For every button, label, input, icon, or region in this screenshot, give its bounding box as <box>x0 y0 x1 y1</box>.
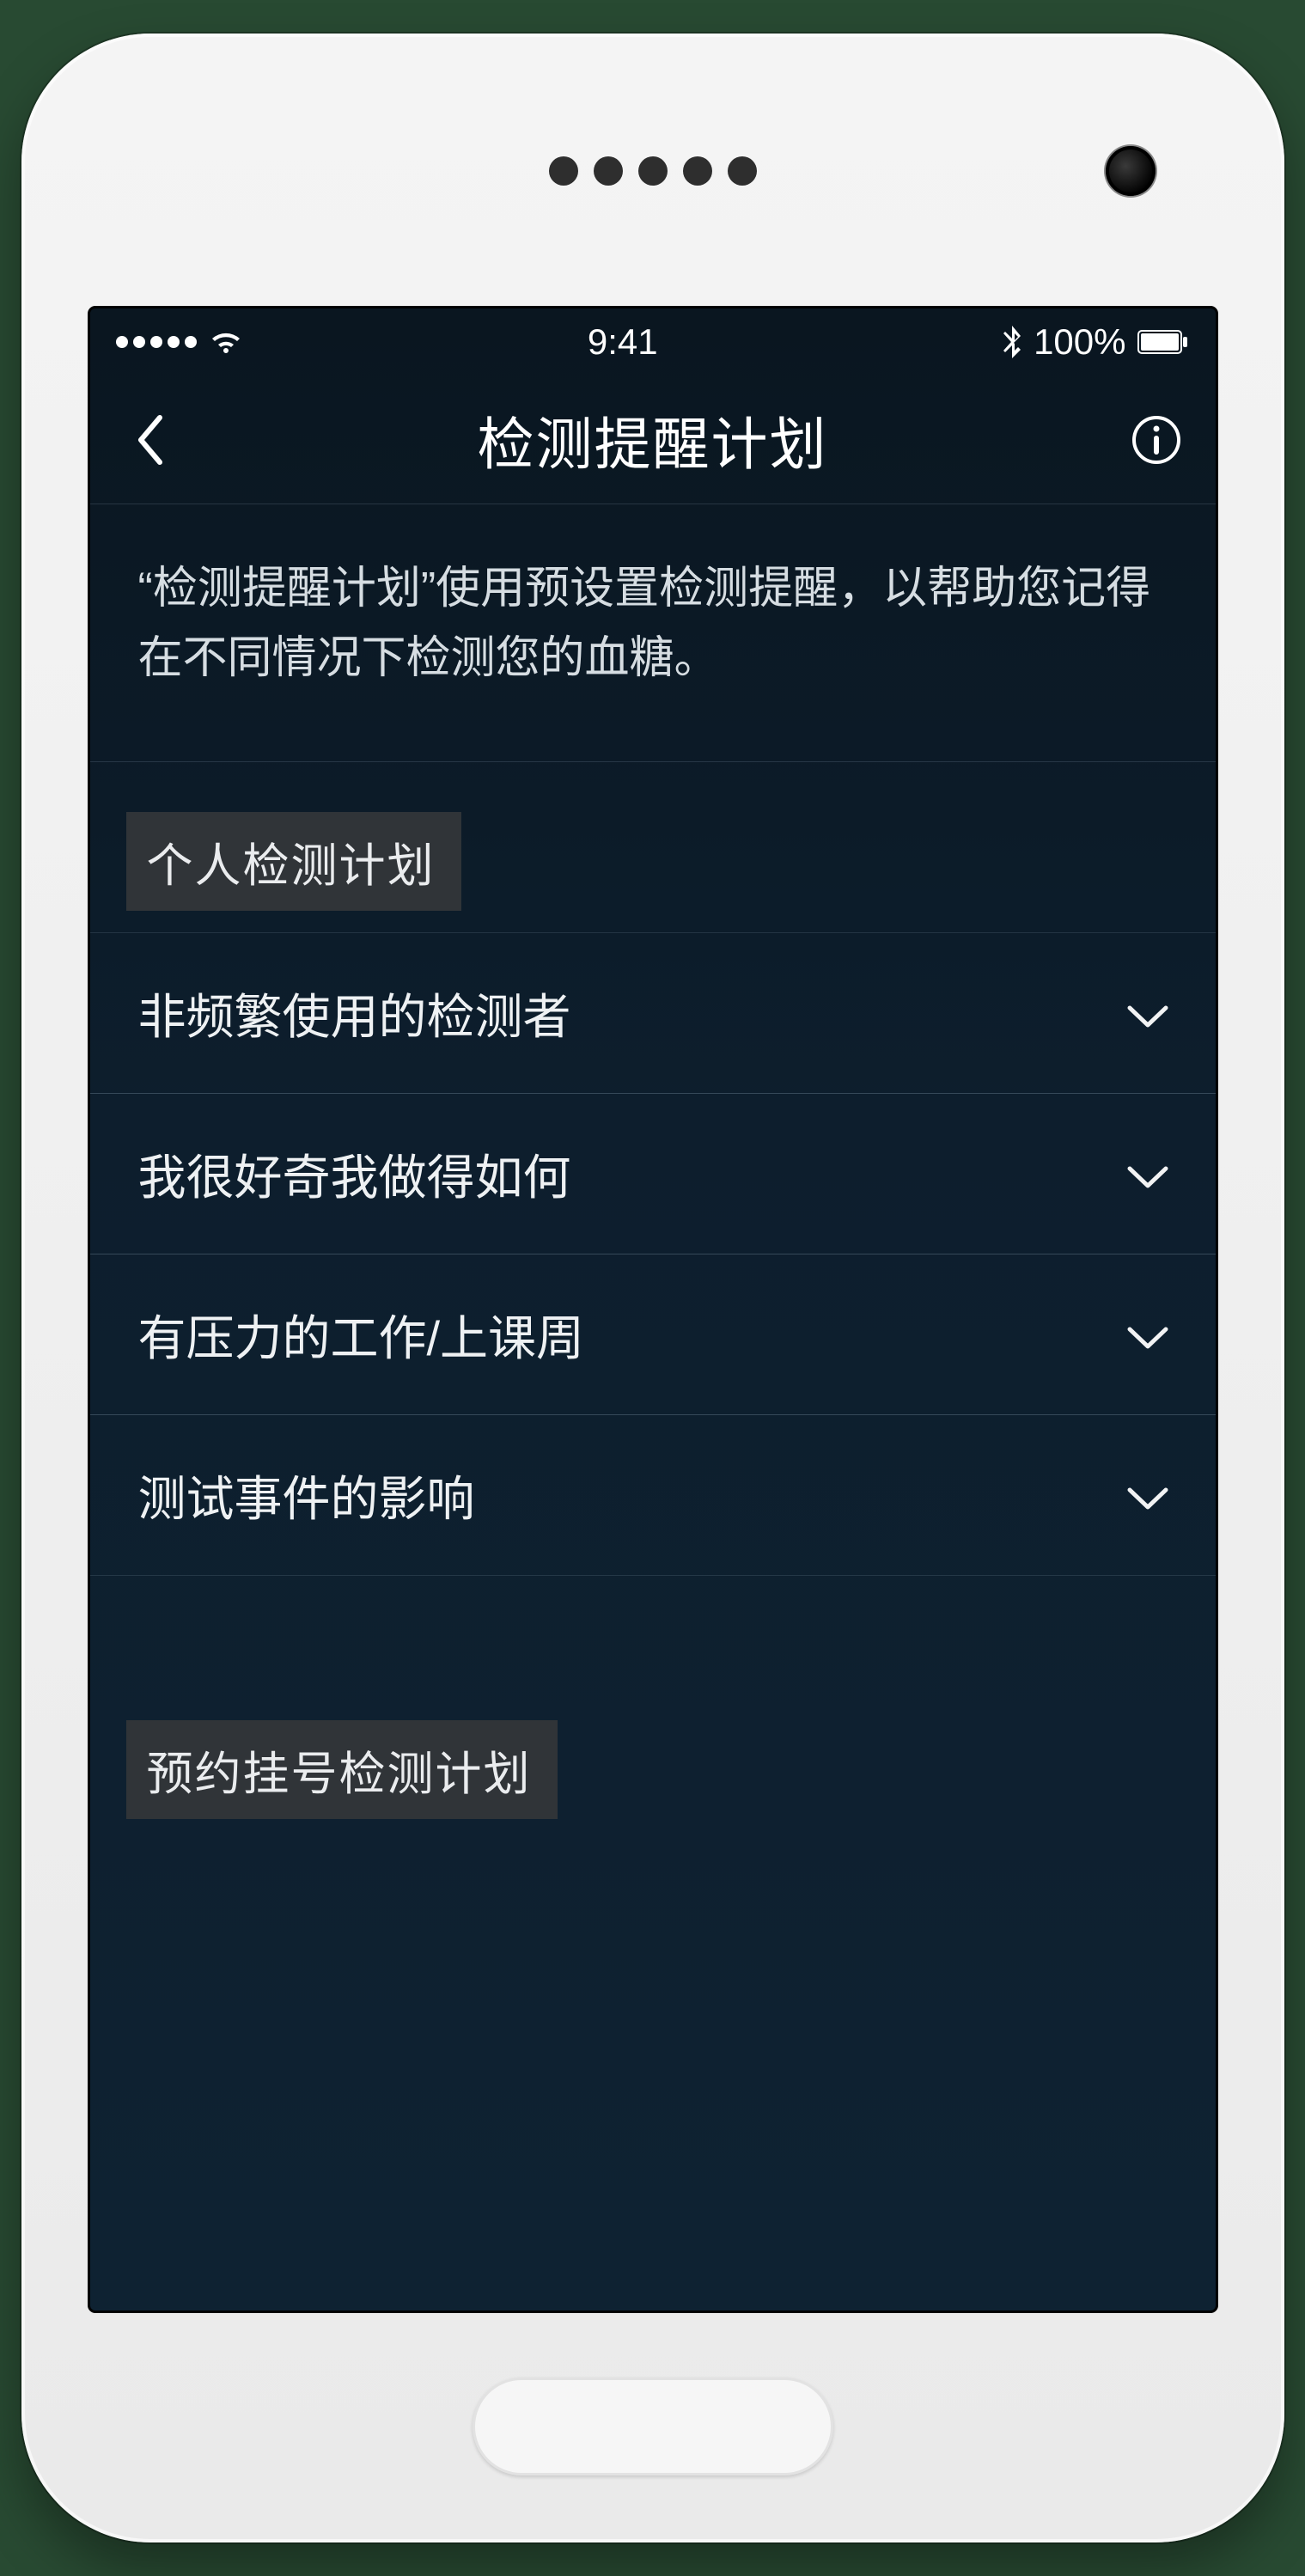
info-button[interactable] <box>1126 410 1186 470</box>
row-label: 我很好奇我做得如何 <box>138 1139 571 1209</box>
battery-percent: 100% <box>1034 321 1125 363</box>
speaker-grille <box>549 156 757 186</box>
status-bar: 9:41 100% <box>90 308 1216 375</box>
page-title: 检测提醒计划 <box>478 399 828 481</box>
section-personal: 个人检测计划 非频繁使用的检测者 我很好奇我做得如何 有压力的工作/上课周 <box>90 762 1216 1576</box>
phone-frame: 9:41 100% 检测提醒计划 <box>21 34 1284 2542</box>
home-button[interactable] <box>473 2378 833 2475</box>
description-text: “检测提醒计划”使用预设置检测提醒，以帮助您记得在不同情况下检测您的血糖。 <box>90 504 1216 762</box>
bluetooth-icon <box>1003 326 1021 358</box>
front-camera <box>1106 146 1156 196</box>
section-appointment: 预约挂号检测计划 <box>90 1670 1216 1841</box>
info-icon <box>1131 415 1181 465</box>
phone-screen: 9:41 100% 检测提醒计划 <box>90 308 1216 2310</box>
app-root: 9:41 100% 检测提醒计划 <box>90 308 1216 2310</box>
row-curious-how-doing[interactable]: 我很好奇我做得如何 <box>90 1093 1216 1254</box>
signal-dots-icon <box>116 336 197 348</box>
status-right: 100% <box>1003 321 1189 363</box>
chevron-left-icon <box>134 414 165 466</box>
row-label: 非频繁使用的检测者 <box>138 979 571 1048</box>
phone-forehead <box>21 34 1284 308</box>
chevron-down-icon <box>1125 1146 1171 1202</box>
row-event-impact[interactable]: 测试事件的影响 <box>90 1414 1216 1576</box>
row-label: 测试事件的影响 <box>138 1461 475 1530</box>
status-left <box>116 329 243 355</box>
row-stressful-week[interactable]: 有压力的工作/上课周 <box>90 1254 1216 1415</box>
back-button[interactable] <box>119 410 180 470</box>
battery-icon <box>1137 330 1189 354</box>
section-header-appointment: 预约挂号检测计划 <box>126 1720 558 1819</box>
section-header-personal: 个人检测计划 <box>126 812 461 911</box>
chevron-down-icon <box>1125 1307 1171 1363</box>
chevron-down-icon <box>1125 986 1171 1041</box>
row-label: 有压力的工作/上课周 <box>138 1300 585 1370</box>
status-time: 9:41 <box>588 321 658 363</box>
nav-bar: 检测提醒计划 <box>90 375 1216 504</box>
wifi-icon <box>209 329 243 355</box>
chevron-down-icon <box>1125 1468 1171 1523</box>
row-infrequent-tester[interactable]: 非频繁使用的检测者 <box>90 932 1216 1094</box>
phone-chin <box>21 2310 1284 2542</box>
